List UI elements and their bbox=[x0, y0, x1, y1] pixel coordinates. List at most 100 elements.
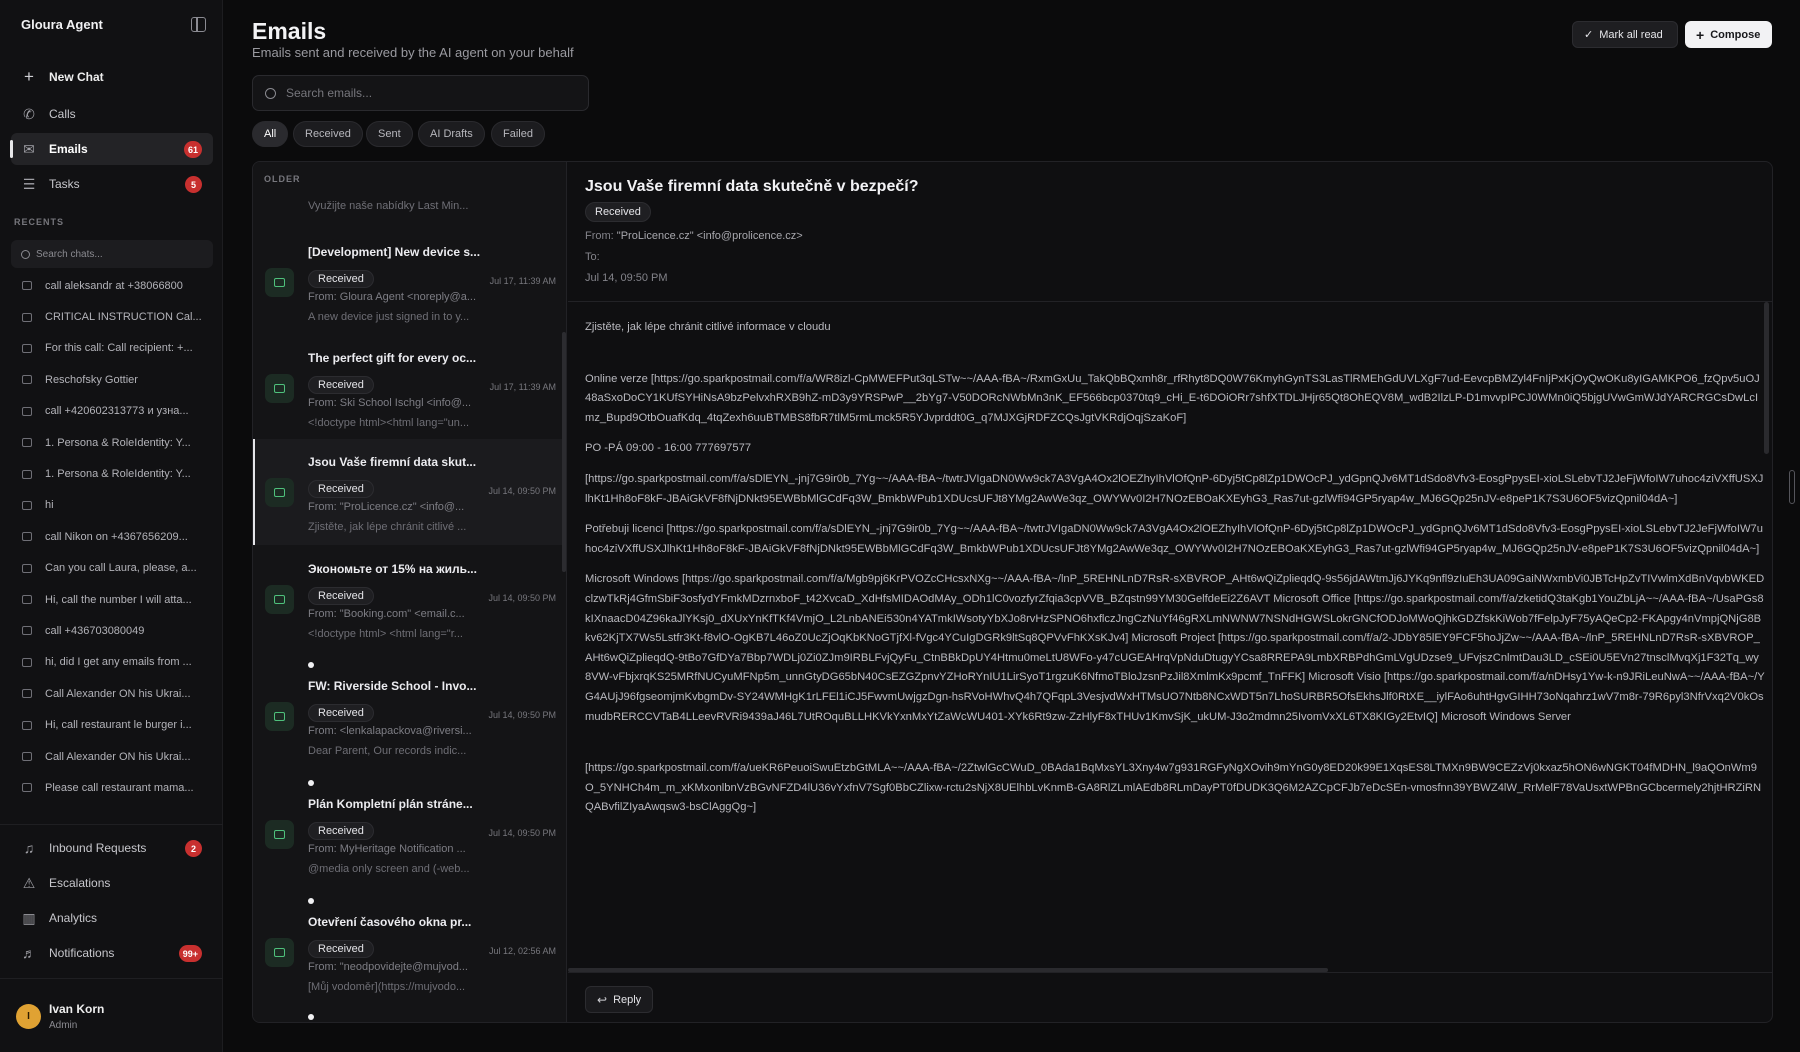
email-subject: FW: Riverside School - Invo... bbox=[308, 679, 477, 693]
list-item[interactable]: Plán Kompletní plán stráne... Received F… bbox=[253, 771, 565, 887]
sidebar-item-tasks[interactable]: ☰ Tasks 5 bbox=[11, 168, 213, 200]
list-item[interactable]: [Development] New device s... Received F… bbox=[253, 230, 565, 334]
email-date: Jul 17, 11:39 AM bbox=[489, 382, 556, 392]
status-badge: Received bbox=[585, 202, 651, 222]
body-vertical-scrollbar[interactable] bbox=[1764, 302, 1769, 454]
inbox-icon bbox=[265, 938, 294, 967]
sidebar-item-label: Calls bbox=[49, 107, 76, 121]
sidebar: Gloura Agent + New Chat ✆ Calls ✉ Emails… bbox=[0, 0, 223, 1052]
recent-chat-title: call +436703080049 bbox=[45, 624, 145, 637]
recent-chat-title: call aleksandr at +38066800 bbox=[45, 279, 183, 292]
recent-chat-item[interactable]: Call Alexander ON his Ukrai... bbox=[11, 678, 213, 709]
recent-chat-item[interactable]: Can you call Laura, please, a... bbox=[11, 553, 213, 584]
email-subject: Plán Kompletní plán stráne... bbox=[308, 797, 473, 811]
chat-bubble-icon bbox=[22, 783, 32, 793]
email-panel: OLDER Využijte naše nabídky Last Min... … bbox=[252, 161, 1773, 1023]
sidebar-item-escalations[interactable]: ⚠ Escalations bbox=[11, 867, 213, 899]
page-scrollbar[interactable] bbox=[1789, 470, 1795, 504]
email-list: OLDER Využijte naše nabídky Last Min... … bbox=[253, 162, 567, 1022]
sidebar-item-label: Escalations bbox=[49, 876, 111, 890]
recent-chat-item[interactable]: call +436703080049 bbox=[11, 615, 213, 646]
body-paragraph: [https://go.sparkpostmail.com/f/a/sDlEYN… bbox=[585, 472, 1764, 505]
inbound-count-badge: 2 bbox=[185, 840, 202, 857]
reply-button[interactable]: ↩ Reply bbox=[585, 986, 654, 1013]
filter-received[interactable]: Received bbox=[293, 121, 363, 147]
new-chat-button[interactable]: + New Chat bbox=[11, 61, 213, 93]
email-preview: Dear Parent, Our records indic... bbox=[308, 745, 467, 757]
email-subject: [Development] New device s... bbox=[308, 245, 481, 259]
email-preview: <!doctype html> <html lang="r... bbox=[308, 628, 463, 640]
body-paragraph: [https://go.sparkpostmail.com/f/a/ueKR6P… bbox=[585, 762, 1762, 814]
compose-button[interactable]: + Compose bbox=[1685, 21, 1772, 48]
recent-chat-item[interactable]: Reschofsky Gottier bbox=[11, 364, 213, 395]
recent-chat-item[interactable]: call Nikon on +4367656209... bbox=[11, 521, 213, 552]
mark-all-read-button[interactable]: ✓ Mark all read bbox=[1572, 21, 1678, 48]
filter-sent[interactable]: Sent bbox=[366, 121, 413, 147]
email-preview: <!doctype html><html lang="un... bbox=[308, 417, 470, 429]
chat-bubble-icon bbox=[22, 343, 32, 353]
sidebar-item-inbound-requests[interactable]: ♫ Inbound Requests 2 bbox=[11, 832, 213, 864]
recent-chat-item[interactable]: call aleksandr at +38066800 bbox=[11, 270, 213, 301]
recent-chat-item[interactable]: 1. Persona & RoleIdentity: Y... bbox=[11, 427, 213, 458]
sidebar-divider bbox=[0, 978, 223, 979]
status-badge: Received bbox=[308, 822, 374, 840]
filter-failed[interactable]: Failed bbox=[491, 121, 545, 147]
recent-chat-item[interactable]: hi, did I get any emails from ... bbox=[11, 647, 213, 678]
user-profile[interactable]: I Ivan Korn Admin bbox=[16, 1002, 104, 1031]
email-date: Jul 12, 02:56 AM bbox=[488, 946, 556, 956]
recent-chat-item[interactable]: Hi, call the number I will atta... bbox=[11, 584, 213, 615]
list-item[interactable]: Otevření časového okna pr... Received Fr… bbox=[253, 889, 565, 1005]
chat-bubble-icon bbox=[22, 375, 32, 385]
notifications-count-badge: 99+ bbox=[178, 945, 202, 962]
search-chats-input[interactable]: Search chats... bbox=[11, 240, 213, 268]
email-preview[interactable]: Využijte naše nabídky Last Min... bbox=[308, 200, 468, 212]
email-preview: Zjistěte, jak lépe chránit citlivé ... bbox=[308, 521, 467, 533]
email-date: Jul 14, 09:50 PM bbox=[585, 272, 668, 284]
sidebar-item-label: Inbound Requests bbox=[49, 841, 147, 855]
recent-chat-item[interactable]: 1. Persona & RoleIdentity: Y... bbox=[11, 458, 213, 489]
recent-chat-item[interactable]: Please call restaurant mama... bbox=[11, 772, 213, 803]
recent-chat-item[interactable]: call +420602313773 и узна... bbox=[11, 396, 213, 427]
list-item[interactable]: Экономьте от 15% на жиль... Received Fro… bbox=[253, 547, 565, 651]
email-detail: Jsou Vaše firemní data skutečně v bezpeč… bbox=[568, 162, 1772, 1022]
body-paragraph: Zjistěte, jak lépe chránit citlivé infor… bbox=[585, 321, 831, 333]
chat-bubble-icon bbox=[22, 281, 32, 291]
list-item-selected[interactable]: Jsou Vaše firemní data skut... Received … bbox=[253, 439, 565, 545]
filter-ai-drafts[interactable]: AI Drafts bbox=[418, 121, 485, 147]
sidebar-item-emails[interactable]: ✉ Emails 61 bbox=[10, 133, 213, 165]
recent-chat-title: call +420602313773 и узна... bbox=[45, 405, 189, 418]
sidebar-toggle-icon[interactable] bbox=[191, 17, 206, 32]
to-label: To: bbox=[585, 251, 600, 263]
list-item[interactable]: FW: Riverside School - Invo... Received … bbox=[253, 653, 565, 769]
email-sender: From: Ski School Ischgl <info@... bbox=[308, 397, 472, 409]
recent-chat-title: Hi, call restaurant le burger i... bbox=[45, 719, 192, 732]
recent-chat-item[interactable]: hi bbox=[11, 490, 213, 521]
recents-heading: RECENTS bbox=[14, 217, 65, 227]
sidebar-item-calls[interactable]: ✆ Calls bbox=[11, 98, 213, 130]
recent-chat-item[interactable]: Call Alexander ON his Ukrai... bbox=[11, 741, 213, 772]
body-paragraph: PO -PÁ 09:00 - 16:00 777697577 bbox=[585, 442, 752, 455]
email-subject: The perfect gift for every oc... bbox=[308, 351, 477, 365]
emails-count-badge: 61 bbox=[183, 141, 202, 158]
sidebar-item-label: Tasks bbox=[49, 177, 80, 191]
recent-chat-item[interactable]: For this call: Call recipient: +... bbox=[11, 333, 213, 364]
chat-bubble-icon bbox=[22, 720, 32, 730]
inbox-icon bbox=[265, 374, 294, 403]
list-item[interactable]: The perfect gift for every oc... Receive… bbox=[253, 336, 565, 440]
recent-chat-title: Call Alexander ON his Ukrai... bbox=[45, 750, 191, 763]
sidebar-item-notifications[interactable]: ♬ Notifications 99+ bbox=[11, 937, 213, 969]
list-scrollbar[interactable] bbox=[562, 332, 566, 572]
search-emails-input[interactable]: Search emails... bbox=[252, 75, 589, 111]
body-paragraph: Microsoft Windows [https://go.sparkpostm… bbox=[585, 573, 1765, 723]
sidebar-item-analytics[interactable]: ▥ Analytics bbox=[11, 902, 213, 934]
unread-dot bbox=[308, 1014, 314, 1020]
inbox-icon bbox=[265, 478, 294, 507]
user-name: Ivan Korn bbox=[49, 1002, 105, 1016]
phone-icon: ✆ bbox=[23, 105, 35, 122]
email-date: Jul 14, 09:50 PM bbox=[488, 593, 556, 603]
status-badge: Received bbox=[308, 376, 374, 394]
recent-chat-item[interactable]: CRITICAL INSTRUCTION Cal... bbox=[11, 301, 213, 332]
filter-all[interactable]: All bbox=[252, 121, 289, 147]
recent-chat-item[interactable]: Hi, call restaurant le burger i... bbox=[11, 709, 213, 740]
reply-label: Reply bbox=[613, 993, 642, 1006]
